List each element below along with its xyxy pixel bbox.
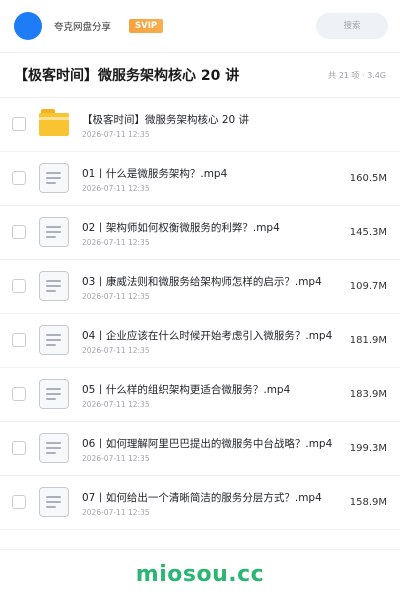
file-icon: [39, 379, 69, 409]
item-size: 145.3M: [349, 227, 387, 238]
item-date: 2026-07-11 12:35: [82, 292, 150, 301]
item-date: 2026-07-11 12:35: [82, 508, 150, 517]
file-icon: [39, 217, 69, 247]
item-date: 2026-07-11 12:35: [82, 346, 150, 355]
file-icon: [39, 325, 69, 355]
row-checkbox[interactable]: [12, 225, 26, 239]
search-button[interactable]: 搜索: [316, 13, 388, 39]
list-item[interactable]: 02丨架构师如何权衡微服务的利弊？.mp4 2026-07-11 12:35 1…: [0, 206, 400, 260]
item-name: 02丨架构师如何权衡微服务的利弊？.mp4: [82, 222, 280, 234]
item-name: 01丨什么是微服务架构？.mp4: [82, 168, 228, 180]
item-size: 199.3M: [349, 443, 387, 454]
row-checkbox[interactable]: [12, 441, 26, 455]
item-size: 181.9M: [349, 335, 387, 346]
item-size: 183.9M: [349, 389, 387, 400]
list-item[interactable]: 【极客时间】微服务架构核心 20 讲 2026-07-11 12:35: [0, 98, 400, 152]
user-avatar[interactable]: [14, 12, 42, 40]
folder-icon: [39, 109, 69, 139]
item-date: 2026-07-11 12:35: [82, 130, 150, 139]
item-size: 160.5M: [349, 173, 387, 184]
list-item[interactable]: 07丨如何给出一个清晰简洁的服务分层方式？.mp4 2026-07-11 12:…: [0, 476, 400, 530]
item-date: 2026-07-11 12:35: [82, 454, 150, 463]
top-bar: 夸克网盘分享 SVIP 搜索: [0, 0, 400, 52]
item-size: 158.9M: [349, 497, 387, 508]
folder-title: 【极客时间】微服务架构核心 20 讲: [14, 68, 240, 84]
row-checkbox[interactable]: [12, 117, 26, 131]
item-name: 03丨康威法则和微服务给架构师怎样的启示？.mp4: [82, 276, 322, 288]
folder-meta: 共 21 项 · 3.4G: [328, 70, 386, 80]
list-item[interactable]: 01丨什么是微服务架构？.mp4 2026-07-11 12:35 160.5M: [0, 152, 400, 206]
item-name: 04丨企业应该在什么时候开始考虑引入微服务？.mp4: [82, 330, 333, 342]
item-date: 2026-07-11 12:35: [82, 238, 150, 247]
file-icon: [39, 487, 69, 517]
item-name: 05丨什么样的组织架构更适合微服务？.mp4: [82, 384, 291, 396]
item-name: 06丨如何理解阿里巴巴提出的微服务中台战略？.mp4: [82, 438, 333, 450]
list-item[interactable]: 05丨什么样的组织架构更适合微服务？.mp4 2026-07-11 12:35 …: [0, 368, 400, 422]
item-name: 【极客时间】微服务架构核心 20 讲: [82, 114, 250, 126]
row-checkbox[interactable]: [12, 171, 26, 185]
file-icon: [39, 271, 69, 301]
file-list: 【极客时间】微服务架构核心 20 讲 2026-07-11 12:35 01丨什…: [0, 98, 400, 530]
list-item[interactable]: 06丨如何理解阿里巴巴提出的微服务中台战略？.mp4 2026-07-11 12…: [0, 422, 400, 476]
row-checkbox[interactable]: [12, 387, 26, 401]
list-item[interactable]: 04丨企业应该在什么时候开始考虑引入微服务？.mp4 2026-07-11 12…: [0, 314, 400, 368]
item-name: 07丨如何给出一个清晰简洁的服务分层方式？.mp4: [82, 492, 322, 504]
list-item[interactable]: 03丨康威法则和微服务给架构师怎样的启示？.mp4 2026-07-11 12:…: [0, 260, 400, 314]
row-checkbox[interactable]: [12, 279, 26, 293]
footer-divider: [0, 549, 400, 550]
svip-badge: SVIP: [129, 19, 164, 33]
item-size: 109.7M: [349, 281, 387, 292]
file-icon: [39, 163, 69, 193]
row-checkbox[interactable]: [12, 333, 26, 347]
user-name: 夸克网盘分享: [54, 22, 112, 33]
item-date: 2026-07-11 12:35: [82, 184, 150, 193]
row-checkbox[interactable]: [12, 495, 26, 509]
item-date: 2026-07-11 12:35: [82, 400, 150, 409]
watermark: miosou.cc: [135, 562, 265, 587]
file-icon: [39, 433, 69, 463]
folder-header: 【极客时间】微服务架构核心 20 讲 共 21 项 · 3.4G: [0, 53, 400, 97]
